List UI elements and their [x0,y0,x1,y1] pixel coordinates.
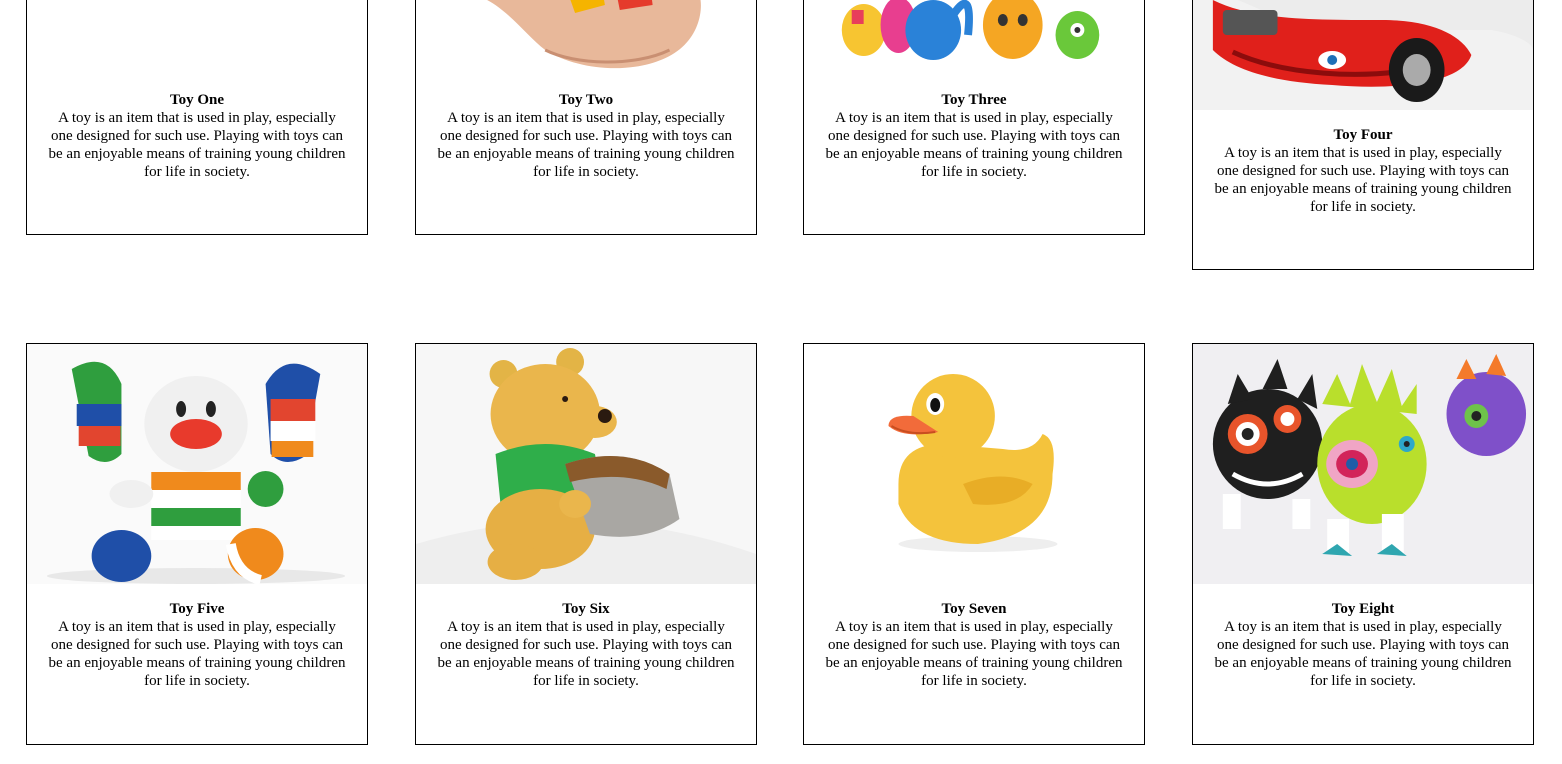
toy-card-7[interactable]: Toy Seven A toy is an item that is used … [803,343,1145,745]
toy-card-2[interactable]: Toy Two A toy is an item that is used in… [415,0,757,235]
card-description: A toy is an item that is used in play, e… [437,110,735,180]
toy-six-image [416,344,756,584]
toy-card-8[interactable]: Toy Eight A toy is an item that is used … [1192,343,1534,745]
toy-card-6[interactable]: Toy Six A toy is an item that is used in… [415,343,757,745]
card-description: A toy is an item that is used in play, e… [48,110,346,180]
card-title: Toy Four [1333,127,1393,143]
card-description: A toy is an item that is used in play, e… [1214,619,1512,689]
toy-card-5[interactable]: Toy Five A toy is an item that is used i… [26,343,368,745]
card-title: Toy Five [169,601,225,617]
card-title: Toy Two [558,92,614,108]
card-title: Toy Six [562,601,610,617]
card-description: A toy is an item that is used in play, e… [48,619,346,689]
card-description: A toy is an item that is used in play, e… [825,110,1123,180]
toy-five-image [27,344,367,584]
card-title: Toy One [169,92,225,108]
toy-seven-image [804,344,1144,584]
card-description: A toy is an item that is used in play, e… [437,619,735,689]
toy-card-1[interactable]: Toy One A toy is an item that is used in… [26,0,368,235]
toy-card-3[interactable]: Toy Three A toy is an item that is used … [803,0,1145,235]
toy-four-image [1193,0,1533,110]
toy-one-image [27,0,367,75]
toy-card-4[interactable]: Toy Four A toy is an item that is used i… [1192,0,1534,270]
card-description: A toy is an item that is used in play, e… [825,619,1123,689]
card-description: A toy is an item that is used in play, e… [1214,145,1512,215]
card-title: Toy Eight [1331,601,1395,617]
card-title: Toy Three [941,92,1007,108]
toy-eight-image [1193,344,1533,584]
toy-three-image [804,0,1144,75]
toy-two-image [416,0,756,75]
card-title: Toy Seven [941,601,1007,617]
